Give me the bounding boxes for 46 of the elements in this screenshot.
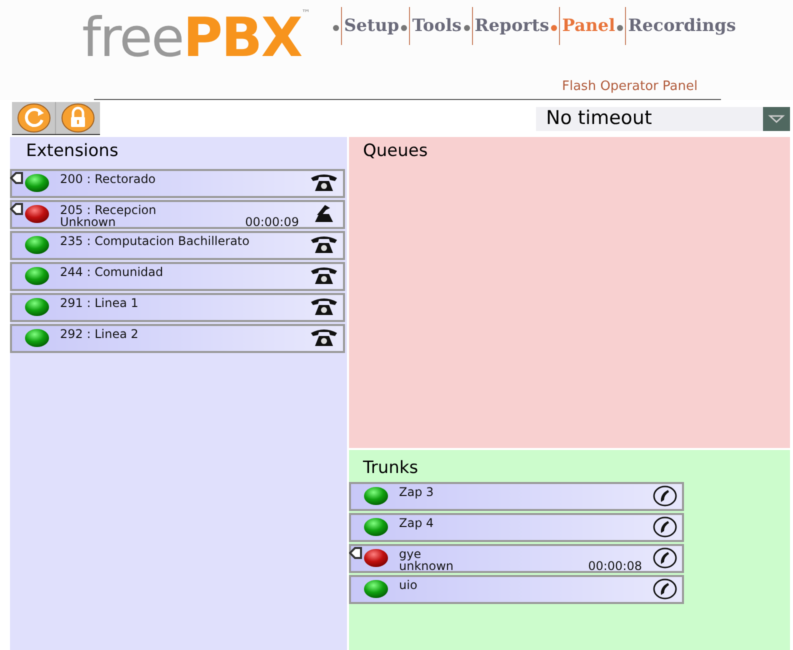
timeout-select[interactable]: No timeout	[536, 106, 790, 130]
call-timer: 00:00:09	[245, 216, 299, 228]
bullet-icon	[401, 24, 408, 30]
trademark-mark: ™	[301, 8, 310, 19]
trunk-row[interactable]: gye unknown 00:00:08	[349, 544, 684, 573]
phone-circle-icon	[652, 516, 678, 538]
line-name: 235 : Computacion Bachillerato	[60, 235, 250, 247]
section-title: Trunks	[362, 457, 420, 480]
call-timer: 00:00:08	[588, 560, 642, 572]
line-name: Zap 4	[399, 517, 435, 529]
extension-row[interactable]: 292 : Linea 2	[10, 324, 345, 353]
nav-link[interactable]: Recordings	[625, 7, 738, 45]
bullet-icon	[333, 24, 339, 30]
caller-name: unknown	[399, 560, 454, 572]
extension-row[interactable]: 235 : Computacion Bachillerato	[10, 231, 345, 260]
line-name: 205 : Recepcion	[60, 204, 158, 216]
line-name: 244 : Comunidad	[60, 266, 164, 278]
nav-link[interactable]: Tools	[409, 7, 464, 45]
line-name: 292 : Linea 2	[60, 328, 140, 340]
section-title: Extensions	[25, 140, 120, 163]
extension-row[interactable]: 291 : Linea 1	[10, 293, 345, 322]
bullet-icon	[464, 24, 470, 30]
line-name: uio	[399, 579, 418, 591]
nav-link[interactable]: Setup	[341, 7, 402, 45]
bullet-icon	[551, 24, 558, 30]
phone-circle-icon	[652, 547, 678, 569]
extension-row[interactable]: 200 : Rectorado	[10, 169, 345, 198]
trunk-row[interactable]: uio	[349, 575, 684, 604]
refresh-icon	[16, 103, 50, 133]
caller-name: Unknown	[60, 216, 116, 228]
trunk-row[interactable]: Zap 4	[349, 513, 684, 542]
lock-icon	[61, 103, 95, 133]
nav-link[interactable]: Reports	[472, 7, 552, 45]
logo: freePBX	[82, 8, 302, 68]
section-title: Queues	[362, 140, 429, 163]
extension-row[interactable]: 205 : Recepcion Unknown 00:00:09	[10, 200, 345, 229]
phone-circle-icon	[652, 578, 678, 600]
line-name: 200 : Rectorado	[60, 173, 157, 185]
page-subtitle: Flash Operator Panel	[562, 78, 698, 96]
phone-circle-icon	[652, 485, 678, 507]
extension-row[interactable]: 244 : Comunidad	[10, 262, 345, 291]
line-name: 291 : Linea 1	[60, 297, 140, 309]
line-name: gye	[399, 548, 422, 560]
bullet-icon	[617, 24, 624, 30]
line-name: Zap 3	[399, 486, 435, 498]
trunk-row[interactable]: Zap 3	[349, 482, 684, 511]
